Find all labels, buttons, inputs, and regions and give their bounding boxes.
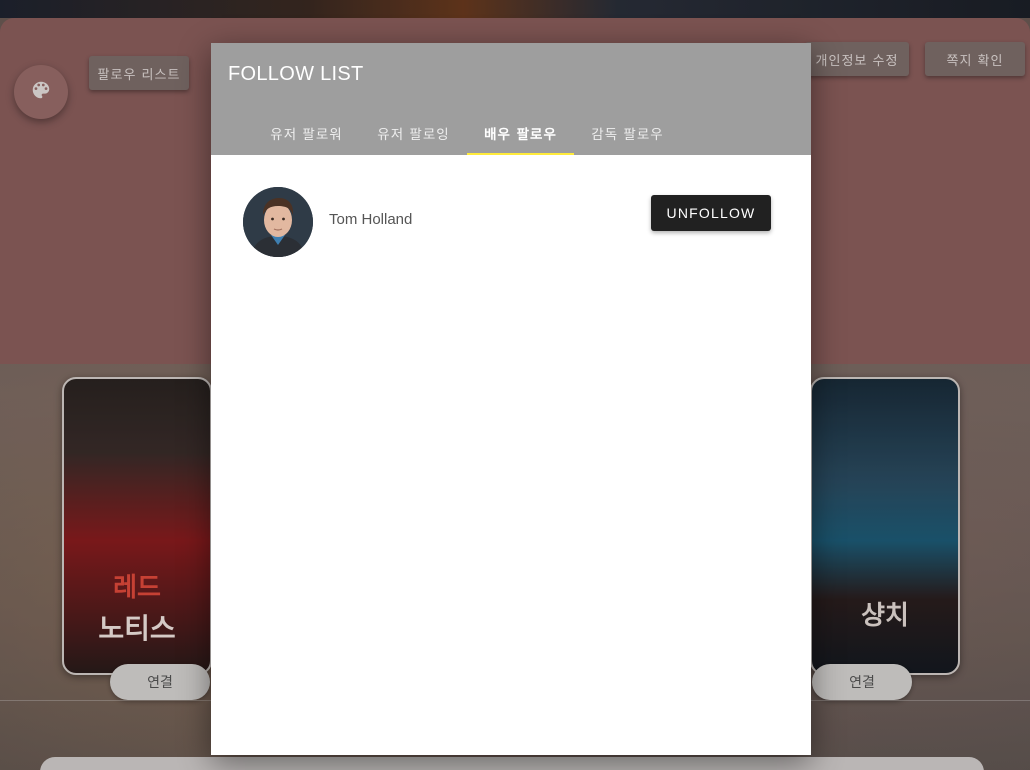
tab-user-following[interactable]: 유저 팔로잉: [360, 111, 467, 155]
unfollow-button[interactable]: UNFOLLOW: [651, 195, 771, 231]
dialog-header: FOLLOW LIST 유저 팔로워 유저 팔로잉 배우 팔로우 감독 팔로우: [211, 43, 811, 155]
tab-user-followers[interactable]: 유저 팔로워: [253, 111, 360, 155]
tab-actor-follow[interactable]: 배우 팔로우: [467, 111, 574, 155]
follow-name: Tom Holland: [329, 211, 413, 228]
list-item: Tom Holland UNFOLLOW: [243, 187, 771, 257]
tab-director-follow[interactable]: 감독 팔로우: [574, 111, 681, 155]
avatar: [243, 187, 313, 257]
dialog-title: FOLLOW LIST: [228, 63, 364, 85]
follow-list-dialog: FOLLOW LIST 유저 팔로워 유저 팔로잉 배우 팔로우 감독 팔로우 …: [211, 43, 811, 755]
tab-bar: 유저 팔로워 유저 팔로잉 배우 팔로우 감독 팔로우: [253, 111, 681, 155]
